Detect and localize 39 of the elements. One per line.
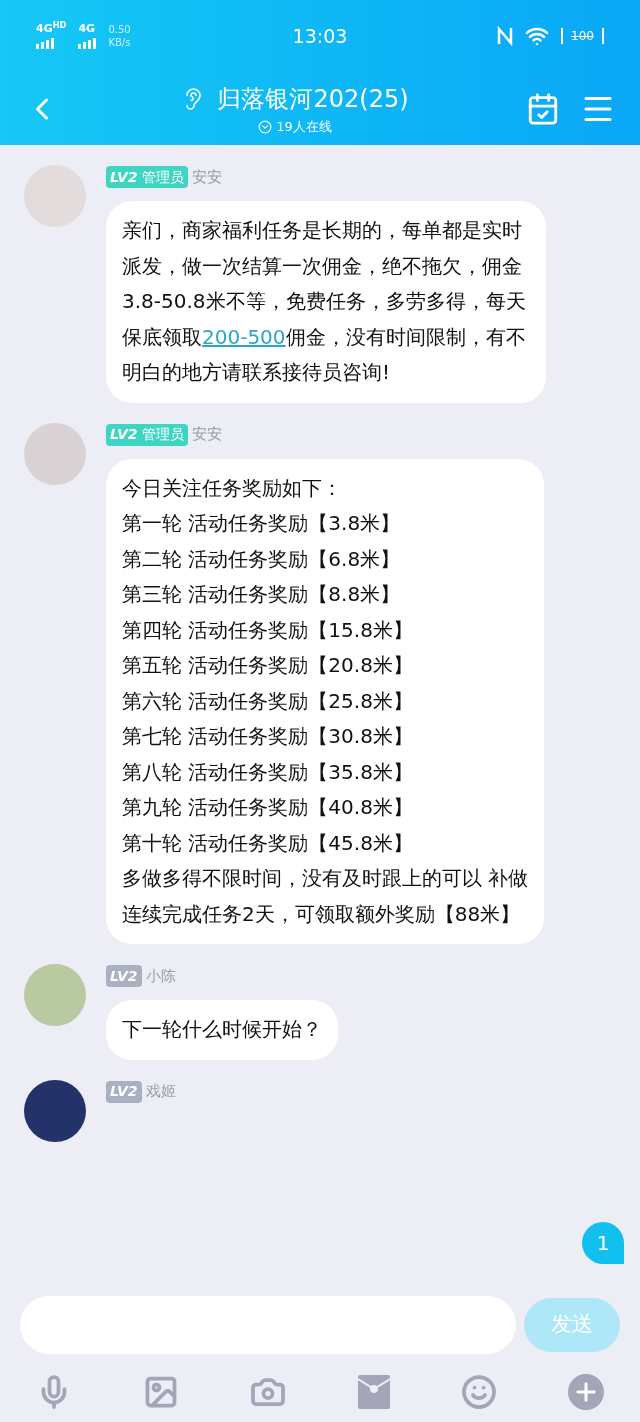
message-text: 第三轮 活动任务奖励【8.8米】: [122, 581, 402, 608]
message-text: 第四轮 活动任务奖励【15.8米】: [122, 616, 414, 644]
send-button[interactable]: 发送: [524, 1298, 620, 1352]
level-badge: LV2 管理员: [106, 166, 188, 188]
sender-name: 安安: [191, 424, 222, 446]
clock-time: 13:03: [291, 23, 349, 49]
battery-indicator: 100: [561, 28, 604, 44]
network-speed: 0.50 KB/s: [108, 24, 131, 49]
calendar-check-icon[interactable]: [526, 91, 560, 126]
signal-status: 4G$^{HD}$: [36, 23, 67, 49]
sender-name: 小陈: [145, 965, 176, 987]
message-text: 第五轮 活动任务奖励【20.8米】: [122, 652, 414, 679]
nfc-icon: [497, 26, 514, 46]
signal-status: 4G: [78, 23, 97, 49]
message-text: 多做多得不限时间，没有及时跟上的可以 补做: [122, 865, 529, 892]
message-text: 第六轮 活动任务奖励【25.8米】: [122, 687, 414, 715]
level-badge: LV2: [106, 965, 142, 987]
level-badge: LV2: [106, 1080, 142, 1103]
group-title: 归落银河202(25): [217, 83, 409, 115]
online-count: 19人在线: [276, 117, 332, 136]
message-text: 第十轮 活动任务奖励【45.8米】: [122, 829, 414, 857]
message-text: 第二轮 活动任务奖励【6.8米】: [122, 545, 402, 573]
message-text: 下一轮什么时候开始？: [122, 1016, 322, 1043]
message-text: 今日关注任务奖励如下：: [122, 474, 343, 502]
message-text: 第一轮 活动任务奖励【3.8米】: [122, 510, 402, 537]
level-badge: LV2 管理员: [106, 423, 188, 446]
message-text: 第七轮 活动任务奖励【30.8米】: [122, 723, 414, 750]
message-text: 第八轮 活动任务奖励【35.8米】: [122, 758, 414, 786]
emoji-icon[interactable]: [460, 1374, 497, 1410]
dropdown-icon[interactable]: [258, 119, 273, 134]
message-text: 连续完成任务2天，可领取额外奖励【88米】: [122, 900, 522, 928]
more-icon[interactable]: [567, 1374, 604, 1410]
amount-link[interactable]: 200-500: [202, 324, 286, 349]
envelope-icon[interactable]: [357, 1375, 390, 1409]
sender-name: 戏姬: [145, 1081, 176, 1103]
unread-count-badge[interactable]: 1: [582, 1222, 624, 1264]
message-text: 亲们，商家福利任务是长期的，每单都是实时派发，做一次结算一次佣金，绝不拖欠，佣金3.8-50.8米不等，免费任务，多劳多得，每天保底领取200-500佣金，没有时间限制，有不明白的地方请联系接待员咨询!: [122, 217, 527, 386]
message-text: 第九轮 活动任务奖励【40.8米】: [122, 794, 414, 821]
sender-name: 安安: [191, 166, 222, 188]
